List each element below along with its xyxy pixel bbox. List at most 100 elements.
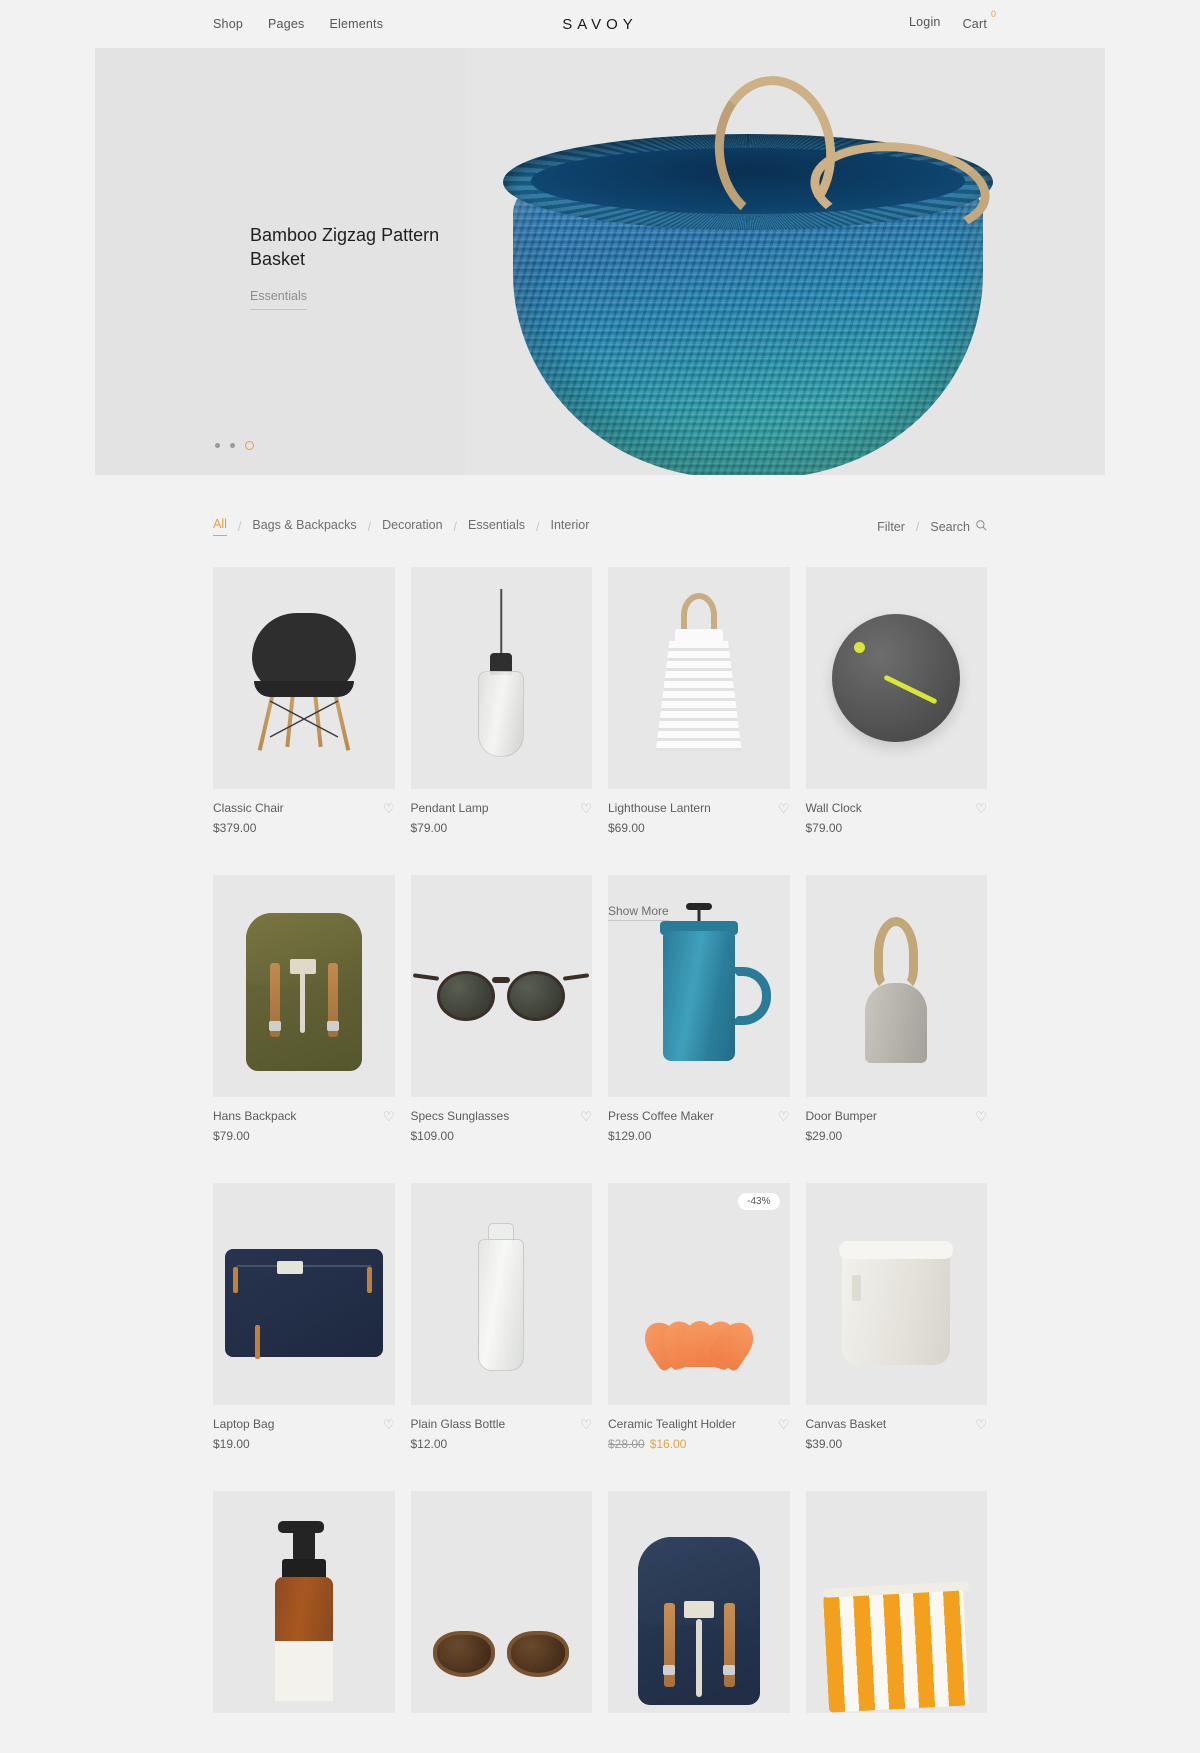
product-name[interactable]: Door Bumper [806,1109,877,1123]
product-price: $29.00 [805,1129,843,1143]
product-image-navy-backpack[interactable] [608,1491,790,1713]
category-filter-interior[interactable]: Interior [551,518,590,536]
nav-item-pages[interactable]: Pages [268,17,304,31]
filter-separator: / [536,519,540,534]
catalog-tools: Filter / Search [877,520,987,534]
show-more-link[interactable]: Show More [608,904,669,921]
product-image-wall-clock[interactable] [805,567,987,789]
search-button[interactable]: Search [930,520,970,534]
nav-item-shop[interactable]: Shop [213,17,243,31]
heart-icon[interactable]: ♡ [580,802,592,815]
hero-dot-2[interactable] [230,443,235,448]
product-name[interactable]: Laptop Bag [213,1417,274,1431]
category-filter-essentials[interactable]: Essentials [468,518,525,536]
hero-dot-3-active[interactable] [245,441,254,450]
product-image-striped-pouch[interactable] [805,1491,987,1713]
product-name[interactable]: Lighthouse Lantern [608,801,711,815]
category-filter-bags-backpacks[interactable]: Bags & Backpacks [252,518,356,536]
product-image-specs-sunglasses[interactable] [410,875,592,1097]
product-image-lighthouse-lantern[interactable] [608,567,790,789]
category-filter-all[interactable]: All [213,517,227,536]
cart-label: Cart [962,17,987,31]
product-price: $129.00 [608,1129,652,1143]
filter-button[interactable]: Filter [877,520,905,534]
hero-dot-1[interactable] [215,443,220,448]
product-price: $12.00 [410,1437,448,1451]
hero-slider[interactable]: Bamboo Zigzag Pattern Basket Essentials [95,48,1105,475]
product-meta: Wall Clock ♡ [806,789,988,815]
product-price: $19.00 [213,1437,250,1451]
product-price: $79.00 [410,821,448,835]
product-name[interactable]: Pendant Lamp [411,801,489,815]
product-name[interactable]: Canvas Basket [806,1417,887,1431]
heart-icon[interactable]: ♡ [975,1418,987,1431]
product-meta: Laptop Bag ♡ [213,1405,395,1431]
product-card [410,1491,593,1713]
product-image-plain-glass-bottle[interactable] [410,1183,592,1405]
heart-icon[interactable]: ♡ [975,802,987,815]
hero-category-link[interactable]: Essentials [250,289,307,310]
heart-icon[interactable]: ♡ [580,1110,592,1123]
heart-icon[interactable]: ♡ [383,1110,395,1123]
product-image-canvas-basket[interactable] [805,1183,987,1405]
product-card: Hans Backpack ♡ $79.00 [213,875,395,1143]
product-price-sale: $28.00 $16.00 [608,1431,790,1451]
product-price: $79.00 [213,1129,250,1143]
product-name[interactable]: Ceramic Tealight Holder [608,1417,736,1431]
product-grid: Classic Chair ♡ $379.00 Pendant Lamp ♡ $… [213,567,987,1753]
product-image-door-bumper[interactable] [805,875,987,1097]
product-card: Press Coffee Maker ♡ $129.00 Show More [608,875,790,1143]
product-price: $109.00 [410,1129,454,1143]
product-meta: Press Coffee Maker ♡ [608,1097,790,1123]
product-name[interactable]: Specs Sunglasses [411,1109,510,1123]
hero-title: Bamboo Zigzag Pattern Basket [250,225,440,269]
heart-icon[interactable]: ♡ [383,1418,395,1431]
product-image-pendant-lamp[interactable] [410,567,592,789]
product-card [608,1491,790,1713]
product-price: $39.00 [805,1437,843,1451]
product-card: Specs Sunglasses ♡ $109.00 [410,875,593,1143]
product-meta: Canvas Basket ♡ [806,1405,988,1431]
product-name[interactable]: Wall Clock [806,801,862,815]
account-nav: Login Cart 0 [909,9,996,33]
search-icon[interactable] [976,519,987,534]
filter-separator: / [915,519,920,534]
product-meta: Specs Sunglasses ♡ [411,1097,593,1123]
product-name[interactable]: Hans Backpack [213,1109,296,1123]
product-name[interactable]: Plain Glass Bottle [411,1417,506,1431]
heart-icon[interactable]: ♡ [383,802,395,815]
product-image-soap-bottle[interactable] [213,1491,395,1713]
product-meta: Door Bumper ♡ [806,1097,988,1123]
hero-caption: Bamboo Zigzag Pattern Basket Essentials [250,223,480,310]
heart-icon[interactable]: ♡ [778,1110,790,1123]
discount-badge: -43% [738,1193,780,1210]
product-name[interactable]: Classic Chair [213,801,284,815]
cart-link[interactable]: Cart 0 [962,9,996,33]
heart-icon[interactable]: ♡ [580,1418,592,1431]
laptop-bag-illustration [213,1183,395,1405]
tortoise-sunglasses-illustration [411,1491,593,1713]
heart-icon[interactable]: ♡ [975,1110,987,1123]
product-image-tortoise-sunglasses[interactable] [410,1491,593,1713]
product-card: Pendant Lamp ♡ $79.00 [410,567,592,835]
product-image-laptop-bag[interactable] [213,1183,395,1405]
product-image-ceramic-tealight-holder[interactable]: -43% [608,1183,790,1405]
login-link[interactable]: Login [909,15,941,29]
heart-icon[interactable]: ♡ [778,1418,790,1431]
product-image-classic-chair[interactable] [213,567,395,789]
tealight-illustration [608,1183,790,1405]
product-meta: Classic Chair ♡ [213,789,395,815]
category-filter-decoration[interactable]: Decoration [382,518,442,536]
site-logo: SAVOY [562,15,638,33]
product-card [805,1491,987,1713]
product-name[interactable]: Press Coffee Maker [608,1109,714,1123]
product-card: Canvas Basket ♡ $39.00 [805,1183,988,1451]
heart-icon[interactable]: ♡ [778,802,790,815]
hero-image [465,48,1105,475]
soap-bottle-illustration [213,1491,395,1713]
nav-item-elements[interactable]: Elements [329,17,383,31]
product-card: Classic Chair ♡ $379.00 [213,567,395,835]
product-meta: Ceramic Tealight Holder ♡ [608,1405,790,1431]
product-image-hans-backpack[interactable] [213,875,395,1097]
catalog-filter-bar: All / Bags & Backpacks / Decoration / Es… [213,475,987,536]
